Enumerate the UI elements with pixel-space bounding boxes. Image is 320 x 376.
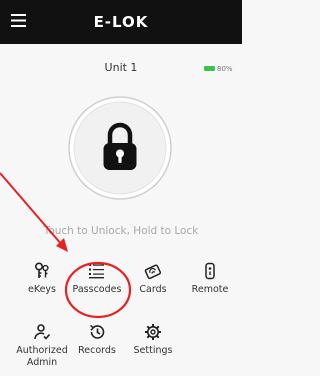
menu-item-settings[interactable]: Settings	[123, 323, 183, 369]
lock-toggle-button[interactable]	[67, 95, 173, 201]
menu-item-remote[interactable]: Remote	[180, 262, 240, 308]
authorized-admin-icon	[33, 323, 51, 341]
menu-item-label: Remote	[191, 284, 229, 295]
settings-icon	[144, 323, 162, 341]
menu-item-label: Settings	[133, 345, 173, 356]
card-icon	[144, 262, 162, 280]
annotation-arrow-head	[56, 238, 68, 252]
battery-icon	[204, 66, 215, 71]
ekey-icon	[33, 262, 51, 280]
battery-percent: 80%	[217, 64, 233, 73]
app-header: E-LOK	[0, 0, 242, 44]
app-title: E-LOK	[93, 13, 149, 31]
battery-indicator: 80%	[204, 64, 233, 73]
remote-icon	[201, 262, 219, 280]
lock-hint-text: Touch to Unlock, Hold to Lock	[43, 225, 199, 237]
passcode-list-icon	[88, 262, 106, 280]
records-icon	[88, 323, 106, 341]
